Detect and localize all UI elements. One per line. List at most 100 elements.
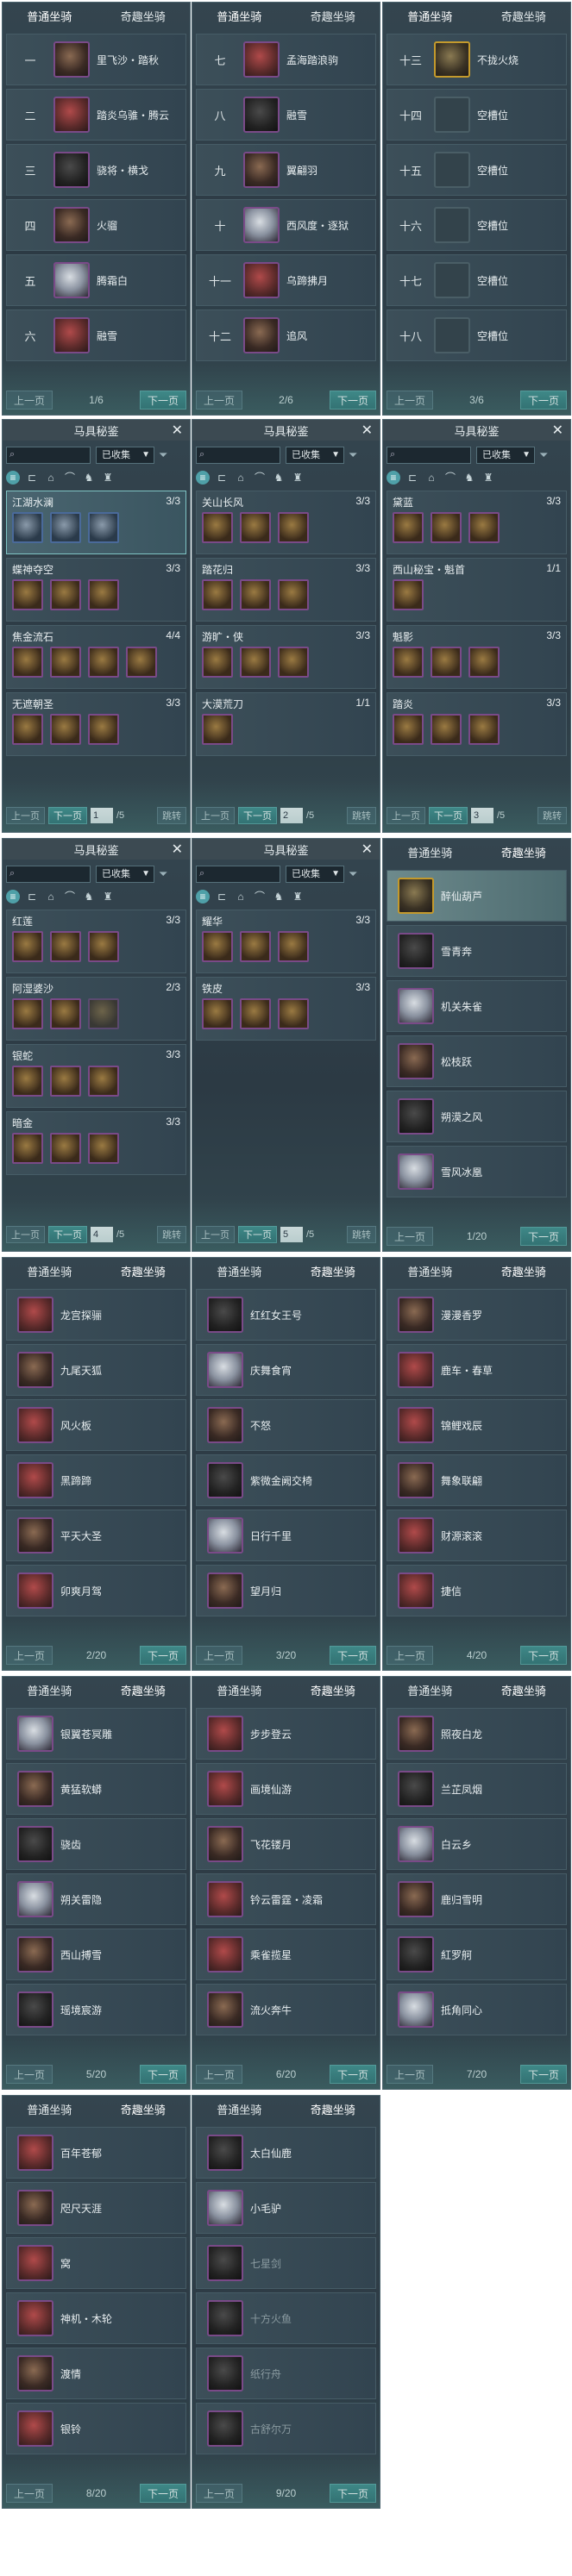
reins-icon[interactable]: ♜ bbox=[291, 890, 305, 903]
fancy-mount-row[interactable]: 飞花镂月 bbox=[196, 1818, 376, 1870]
tab-fancy-mounts[interactable]: 奇趣坐骑 bbox=[97, 1682, 191, 1698]
prev-page-button[interactable]: 上一页 bbox=[387, 1227, 434, 1246]
harness-item-icon[interactable] bbox=[202, 512, 233, 543]
tab-normal-mounts[interactable]: 普通坐骑 bbox=[3, 2101, 97, 2117]
fancy-mount-row[interactable]: 财源滚滚 bbox=[387, 1510, 567, 1561]
filter-icon[interactable]: ⏷ bbox=[159, 448, 167, 462]
harness-set-card[interactable]: 红莲 3/3 bbox=[6, 910, 186, 973]
fancy-mount-row[interactable]: 平天大圣 bbox=[6, 1510, 186, 1561]
harness-set-card[interactable]: 游旷・侠 3/3 bbox=[196, 625, 376, 689]
fancy-mount-row[interactable]: 不怒 bbox=[196, 1399, 376, 1451]
close-icon[interactable]: ✕ bbox=[172, 841, 183, 858]
harness-item-icon[interactable] bbox=[278, 512, 309, 543]
tab-normal-mounts[interactable]: 普通坐骑 bbox=[192, 2101, 286, 2117]
fancy-mount-row[interactable]: 瑶境宸游 bbox=[6, 1984, 186, 2035]
tab-normal-mounts[interactable]: 普通坐骑 bbox=[192, 1263, 286, 1279]
harness-set-card[interactable]: 无遮朝圣 3/3 bbox=[6, 692, 186, 756]
page-number-input[interactable]: 5 bbox=[280, 1227, 303, 1242]
tab-fancy-mounts[interactable]: 奇趣坐骑 bbox=[286, 1682, 380, 1698]
next-page-button[interactable]: 下一页 bbox=[519, 391, 567, 410]
harness-item-icon[interactable] bbox=[278, 998, 309, 1029]
harness-set-card[interactable]: 蝶神夺空 3/3 bbox=[6, 558, 186, 622]
harness-item-icon[interactable] bbox=[278, 931, 309, 962]
mount-slot-row[interactable]: 十一 乌蹄拂月 bbox=[196, 254, 376, 306]
fancy-mount-row[interactable]: 白云乡 bbox=[387, 1818, 567, 1870]
tab-fancy-mounts[interactable]: 奇趣坐骑 bbox=[97, 2101, 191, 2117]
horse-armor-icon[interactable]: ♞ bbox=[272, 890, 286, 903]
prev-page-button[interactable]: 上一页 bbox=[387, 1646, 434, 1665]
tab-fancy-mounts[interactable]: 奇趣坐骑 bbox=[477, 844, 571, 860]
mount-slot-row[interactable]: 一 里飞沙・踏秋 bbox=[6, 34, 186, 85]
next-page-button[interactable]: 下一页 bbox=[139, 2484, 186, 2503]
next-page-button[interactable]: 下一页 bbox=[139, 2065, 186, 2084]
page-number-input[interactable]: 3 bbox=[471, 808, 493, 823]
fancy-mount-row[interactable]: 纸行舟 bbox=[196, 2348, 376, 2399]
harness-set-card[interactable]: 暗金 3/3 bbox=[6, 1111, 186, 1175]
mount-slot-row[interactable]: 十四 空槽位 bbox=[387, 89, 567, 141]
prev-page-button[interactable]: 上一页 bbox=[196, 1646, 243, 1665]
search-input[interactable]: ⌕ bbox=[387, 447, 471, 464]
page-number-input[interactable]: 4 bbox=[91, 1227, 113, 1242]
harness-item-icon[interactable] bbox=[88, 647, 119, 678]
head-gear-icon[interactable]: ⌂ bbox=[234, 471, 248, 485]
tab-normal-mounts[interactable]: 普通坐骑 bbox=[383, 844, 477, 860]
collected-filter-select[interactable]: 已收集 ▼ bbox=[476, 447, 535, 464]
all-category-icon[interactable]: ≡ bbox=[387, 471, 400, 485]
prev-page-button[interactable]: 上一页 bbox=[196, 2484, 243, 2503]
fancy-mount-row[interactable]: 咫尺天涯 bbox=[6, 2182, 186, 2234]
mount-slot-row[interactable]: 十六 空槽位 bbox=[387, 199, 567, 251]
fancy-mount-row[interactable]: 渡情 bbox=[6, 2348, 186, 2399]
reins-icon[interactable]: ♜ bbox=[101, 471, 115, 485]
prev-page-button[interactable]: 上一页 bbox=[6, 2065, 53, 2084]
fancy-mount-row[interactable]: 照夜白龙 bbox=[387, 1708, 567, 1760]
fancy-mount-row[interactable]: 钤云雷霆・凌霜 bbox=[196, 1873, 376, 1925]
horse-armor-icon[interactable]: ♞ bbox=[462, 471, 476, 485]
harness-item-icon[interactable] bbox=[393, 647, 424, 678]
harness-item-icon[interactable] bbox=[393, 714, 424, 745]
fancy-mount-row[interactable]: 舞象联翩 bbox=[387, 1454, 567, 1506]
fancy-mount-row[interactable]: 抵角同心 bbox=[387, 1984, 567, 2035]
prev-page-button[interactable]: 上一页 bbox=[387, 2065, 434, 2084]
fancy-mount-row[interactable]: 望月归 bbox=[196, 1565, 376, 1616]
search-input[interactable]: ⌕ bbox=[6, 447, 91, 464]
mount-slot-row[interactable]: 六 融雪 bbox=[6, 309, 186, 361]
harness-set-card[interactable]: 江湖水澜 3/3 bbox=[6, 491, 186, 554]
harness-set-card[interactable]: 耀华 3/3 bbox=[196, 910, 376, 973]
all-category-icon[interactable]: ≡ bbox=[196, 890, 210, 903]
harness-item-icon[interactable] bbox=[12, 998, 43, 1029]
fancy-mount-row[interactable]: 步步登云 bbox=[196, 1708, 376, 1760]
next-page-button[interactable]: 下一页 bbox=[329, 2065, 376, 2084]
stirrup-icon[interactable]: ⌒ bbox=[253, 890, 267, 903]
tab-normal-mounts[interactable]: 普通坐骑 bbox=[3, 8, 97, 24]
mount-slot-row[interactable]: 七 孟海踏浪驹 bbox=[196, 34, 376, 85]
fancy-mount-row[interactable]: 日行千里 bbox=[196, 1510, 376, 1561]
close-icon[interactable]: ✕ bbox=[361, 841, 373, 858]
fancy-mount-row[interactable]: 流火奔牛 bbox=[196, 1984, 376, 2035]
jump-button[interactable]: 跳转 bbox=[537, 807, 567, 824]
fancy-mount-row[interactable]: 黑蹄蹄 bbox=[6, 1454, 186, 1506]
harness-item-icon[interactable] bbox=[88, 714, 119, 745]
jump-button[interactable]: 跳转 bbox=[157, 1226, 186, 1243]
page-number-input[interactable]: 2 bbox=[280, 808, 303, 823]
next-page-button[interactable]: 下一页 bbox=[329, 391, 376, 410]
fancy-mount-row[interactable]: 紫微金阙交椅 bbox=[196, 1454, 376, 1506]
tab-normal-mounts[interactable]: 普通坐骑 bbox=[3, 1263, 97, 1279]
head-gear-icon[interactable]: ⌂ bbox=[44, 890, 58, 903]
filter-icon[interactable]: ⏷ bbox=[539, 448, 548, 462]
fancy-mount-row[interactable]: 九尾天狐 bbox=[6, 1344, 186, 1396]
next-page-button[interactable]: 下一页 bbox=[238, 807, 277, 824]
harness-set-card[interactable]: 踏炎 3/3 bbox=[387, 692, 567, 756]
harness-item-icon[interactable] bbox=[50, 1133, 81, 1164]
fancy-mount-row[interactable]: 太白仙鹿 bbox=[196, 2127, 376, 2179]
harness-item-icon[interactable] bbox=[393, 579, 424, 610]
harness-item-icon[interactable] bbox=[50, 579, 81, 610]
mount-slot-row[interactable]: 二 踏炎乌骓・腾云 bbox=[6, 89, 186, 141]
harness-item-icon[interactable] bbox=[202, 647, 233, 678]
next-page-button[interactable]: 下一页 bbox=[519, 1227, 567, 1246]
collected-filter-select[interactable]: 已收集 ▼ bbox=[286, 866, 344, 883]
close-icon[interactable]: ✕ bbox=[552, 422, 563, 439]
fancy-mount-row[interactable]: 兰芷凤烟 bbox=[387, 1763, 567, 1815]
harness-item-icon[interactable] bbox=[50, 647, 81, 678]
harness-item-icon[interactable] bbox=[126, 647, 157, 678]
fancy-mount-row[interactable]: 朔关雷隐 bbox=[6, 1873, 186, 1925]
